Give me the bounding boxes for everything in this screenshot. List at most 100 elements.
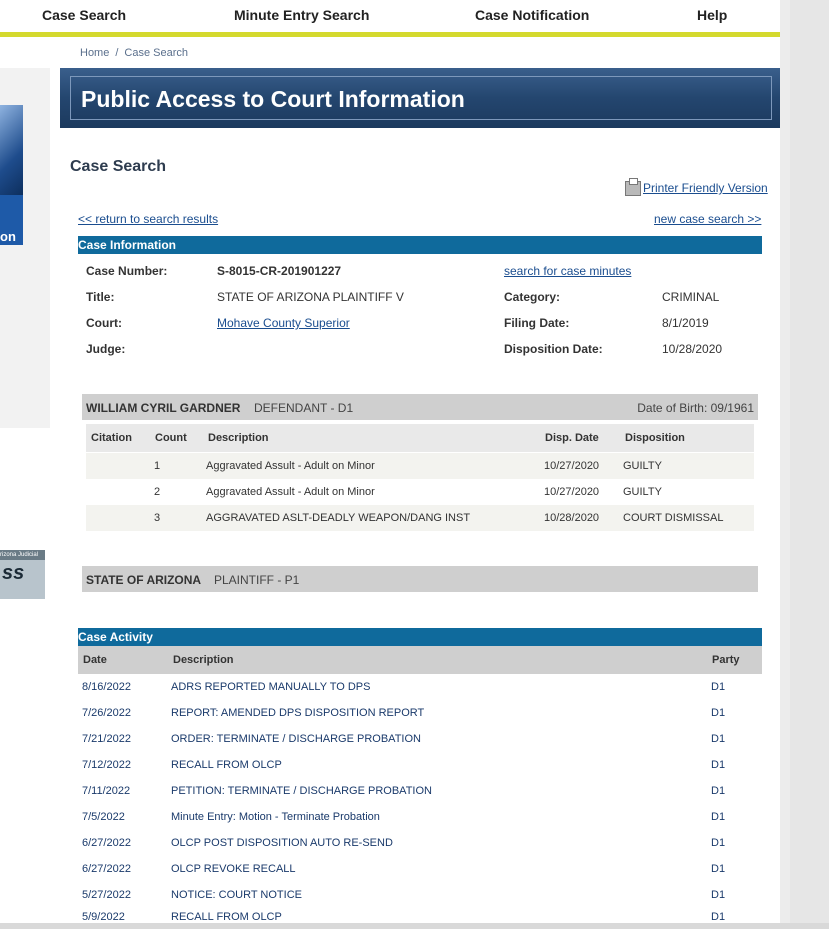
activity-description: PETITION: TERMINATE / DISCHARGE PROBATIO… [171, 785, 432, 797]
disposition-date-value: 10/28/2020 [662, 342, 723, 356]
banner-title: Public Access to Court Information [81, 86, 465, 112]
activity-date: 5/9/2022 [82, 911, 125, 923]
court-link[interactable]: Mohave County Superior [217, 316, 350, 330]
plaintiff-role: PLAINTIFF - P1 [214, 573, 300, 587]
charge-disp-date: 10/27/2020 [544, 460, 600, 472]
activity-party: D1 [711, 837, 726, 849]
charge-description: Aggravated Assult - Adult on Minor [206, 460, 375, 472]
activity-party: D1 [711, 733, 726, 745]
charge-disposition: GUILTY [623, 486, 662, 498]
activity-description: NOTICE: COURT NOTICE [171, 889, 302, 901]
breadcrumb-home[interactable]: Home [80, 47, 109, 59]
nav-help[interactable]: Help [697, 7, 727, 23]
activity-description: ADRS REPORTED MANUALLY TO DPS [171, 681, 371, 693]
col-count: Count [155, 432, 187, 444]
col-disp-date: Disp. Date [545, 432, 599, 444]
printer-friendly-label: Printer Friendly Version [643, 181, 768, 195]
title-value: STATE OF ARIZONA PLAINTIFF V [217, 290, 404, 304]
logo-text: on [0, 229, 16, 244]
col-activity-date: Date [83, 654, 107, 666]
printer-icon [625, 178, 641, 197]
case-number-label: Case Number: [86, 264, 168, 278]
activity-row: 7/21/2022 ORDER: TERMINATE / DISCHARGE P… [78, 726, 762, 752]
col-activity-description: Description [173, 654, 234, 666]
window-bottom-edge [0, 923, 829, 929]
defendant-name: WILLIAM CYRIL GARDNER [86, 401, 241, 415]
category-value: CRIMINAL [662, 290, 720, 304]
activity-row: 7/11/2022 PETITION: TERMINATE / DISCHARG… [78, 778, 762, 804]
nav-case-notification[interactable]: Case Notification [475, 7, 589, 23]
charges-table-header: Citation Count Description Disp. Date Di… [86, 424, 754, 452]
page-title: Case Search [70, 158, 167, 175]
col-disposition: Disposition [625, 432, 685, 444]
defendant-dob: Date of Birth: 09/1961 [637, 401, 754, 415]
activity-description: OLCP REVOKE RECALL [171, 863, 296, 875]
breadcrumb-current[interactable]: Case Search [124, 47, 188, 59]
breadcrumb-separator: / [115, 47, 119, 59]
activity-row: 7/12/2022 RECALL FROM OLCP D1 [78, 752, 762, 778]
activity-date: 7/26/2022 [82, 707, 131, 719]
charge-description: Aggravated Assult - Adult on Minor [206, 486, 375, 498]
new-case-search-link[interactable]: new case search >> [654, 212, 761, 226]
activity-row: 7/26/2022 REPORT: AMENDED DPS DISPOSITIO… [78, 700, 762, 726]
activity-description: OLCP POST DISPOSITION AUTO RE-SEND [171, 837, 393, 849]
activity-date: 7/21/2022 [82, 733, 131, 745]
charge-description: AGGRAVATED ASLT-DEADLY WEAPON/DANG INST [206, 512, 471, 524]
case-number-value: S-8015-CR-201901227 [217, 264, 342, 278]
charge-row: 2 Aggravated Assult - Adult on Minor 10/… [86, 479, 754, 505]
category-label: Category: [504, 290, 561, 304]
activity-description: Minute Entry: Motion - Terminate Probati… [171, 811, 380, 823]
filing-date-label: Filing Date: [504, 316, 570, 330]
charge-disp-date: 10/28/2020 [544, 512, 600, 524]
activity-description: RECALL FROM OLCP [171, 911, 282, 923]
case-activity-title: Case Activity [78, 630, 153, 644]
activity-description: RECALL FROM OLCP [171, 759, 282, 771]
top-navigation: Case Search Minute Entry Search Case Not… [0, 0, 780, 32]
activity-date: 7/11/2022 [82, 785, 131, 797]
defendant-party-bar: WILLIAM CYRIL GARDNER DEFENDANT - D1 Dat… [82, 394, 758, 420]
nav-case-search[interactable]: Case Search [42, 7, 126, 23]
activity-row: 5/9/2022 RECALL FROM OLCP D1 [78, 904, 762, 923]
charge-count: 2 [154, 486, 161, 498]
window-scrollbar-track[interactable] [790, 0, 829, 929]
col-citation: Citation [91, 432, 132, 444]
charge-count: 1 [154, 460, 161, 472]
activity-row: 8/16/2022 ADRS REPORTED MANUALLY TO DPS … [78, 674, 762, 700]
case-information-title: Case Information [78, 238, 177, 252]
charge-count: 3 [154, 512, 161, 524]
activity-date: 6/27/2022 [82, 837, 131, 849]
activity-date: 7/12/2022 [82, 759, 131, 771]
activity-row: 7/5/2022 Minute Entry: Motion - Terminat… [78, 804, 762, 830]
logo-graphic [0, 105, 23, 195]
activity-row: 6/27/2022 OLCP REVOKE RECALL D1 [78, 856, 762, 882]
search-case-minutes-link[interactable]: search for case minutes [504, 264, 631, 278]
arizona-judicial-badge[interactable]: rizona Judicial ss [0, 550, 45, 599]
charge-disposition: COURT DISMISSAL [623, 512, 724, 524]
col-description: Description [208, 432, 269, 444]
activity-description: ORDER: TERMINATE / DISCHARGE PROBATION [171, 733, 421, 745]
activity-date: 7/5/2022 [82, 811, 125, 823]
case-activity-header: Case Activity [78, 628, 762, 646]
printer-friendly-link[interactable]: Printer Friendly Version [625, 178, 768, 197]
activity-party: D1 [711, 889, 726, 901]
activity-table-header: Date Description Party [78, 646, 762, 674]
court-label: Court: [86, 316, 122, 330]
judge-label: Judge: [86, 342, 126, 356]
charge-row: 1 Aggravated Assult - Adult on Minor 10/… [86, 453, 754, 479]
plaintiff-name: STATE OF ARIZONA [86, 573, 202, 587]
nav-minute-entry-search[interactable]: Minute Entry Search [234, 7, 369, 23]
banner-frame: Public Access to Court Information [70, 76, 772, 120]
nav-divider [0, 32, 780, 37]
page-banner: Public Access to Court Information [60, 68, 780, 128]
plaintiff-party-bar: STATE OF ARIZONA PLAINTIFF - P1 [82, 566, 758, 592]
case-information-header: Case Information [78, 236, 762, 254]
activity-party: D1 [711, 811, 726, 823]
court-logo-image[interactable]: on [0, 105, 23, 245]
activity-party: D1 [711, 707, 726, 719]
charge-row: 3 AGGRAVATED ASLT-DEADLY WEAPON/DANG INS… [86, 505, 754, 531]
activity-party: D1 [711, 759, 726, 771]
return-to-results-link[interactable]: << return to search results [78, 212, 218, 226]
activity-date: 8/16/2022 [82, 681, 131, 693]
activity-party: D1 [711, 911, 726, 923]
badge-caption: rizona Judicial [0, 550, 45, 560]
